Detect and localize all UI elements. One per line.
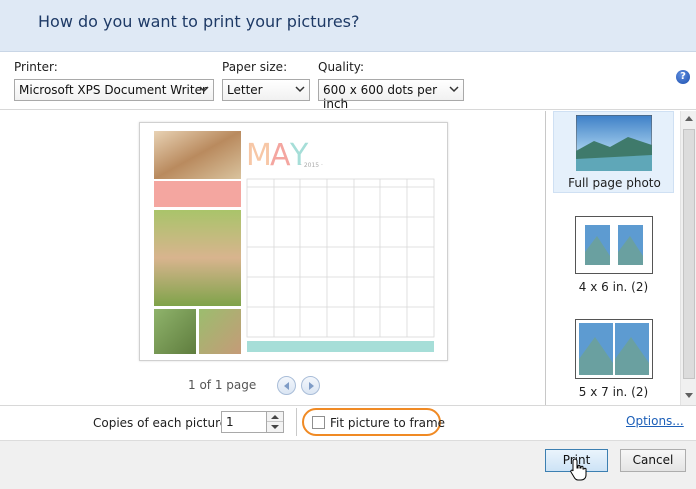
arrow-up-icon	[271, 415, 279, 419]
previous-page-button[interactable]	[277, 376, 296, 395]
scroll-down-icon[interactable]	[685, 391, 693, 399]
svg-text:· 2015 ·: · 2015 ·	[300, 162, 323, 169]
layout-label: 4 x 6 in. (2)	[578, 280, 649, 294]
chevron-down-icon	[449, 86, 459, 93]
increment-button[interactable]	[267, 412, 283, 422]
cancel-button[interactable]: Cancel	[620, 449, 686, 472]
chevron-down-icon	[295, 86, 305, 93]
copies-stepper[interactable]	[267, 411, 284, 433]
page-count-label: 1 of 1 page	[188, 378, 257, 392]
quality-select[interactable]: 600 x 600 dots per inch	[318, 79, 464, 111]
two-photo-layout-icon	[575, 216, 653, 274]
two-photo-layout-icon	[575, 319, 653, 379]
fit-picture-checkbox[interactable]	[312, 416, 325, 429]
arrow-down-icon	[271, 425, 279, 429]
printer-select[interactable]: Microsoft XPS Document Writer	[14, 79, 214, 101]
copies-label: Copies of each picture:	[93, 416, 232, 430]
quality-label: Quality:	[318, 60, 365, 74]
next-page-button[interactable]	[301, 376, 320, 395]
calendar-month: M	[246, 138, 272, 173]
chevron-down-icon	[199, 86, 209, 93]
layout-item-full-page[interactable]: Full page photo	[553, 111, 674, 193]
layout-label: 5 x 7 in. (2)	[578, 385, 649, 399]
help-icon[interactable]: ?	[676, 70, 690, 84]
arrow-right-icon	[309, 382, 314, 390]
decrement-button[interactable]	[267, 422, 283, 432]
dialog-header: How do you want to print your pictures?	[0, 0, 696, 52]
layout-list: Full page photo 4 x 6 in. (2) 5 x 7 in. …	[545, 111, 696, 405]
hand-cursor-icon	[570, 458, 587, 481]
printer-select-value: Microsoft XPS Document Writer	[19, 83, 207, 97]
arrow-left-icon	[284, 382, 289, 390]
layout-item-4x6[interactable]: 4 x 6 in. (2)	[553, 216, 674, 306]
printer-label: Printer:	[14, 60, 58, 74]
landscape-photo-icon	[576, 115, 652, 171]
divider	[296, 408, 297, 436]
paper-size-select-value: Letter	[227, 83, 263, 97]
layout-label: Full page photo	[568, 176, 661, 190]
scroll-thumb[interactable]	[683, 129, 695, 379]
paper-size-label: Paper size:	[222, 60, 288, 74]
layout-item-5x7[interactable]: 5 x 7 in. (2)	[553, 319, 674, 409]
calendar-preview-image: M A Y · 2015 ·	[154, 131, 435, 354]
paper-size-select[interactable]: Letter	[222, 79, 310, 101]
scroll-up-icon[interactable]	[685, 115, 693, 123]
layout-scrollbar[interactable]	[680, 111, 696, 405]
page-preview: M A Y · 2015 ·	[139, 122, 448, 361]
copies-input[interactable]: 1	[221, 411, 267, 433]
fit-picture-label[interactable]: Fit picture to frame	[330, 416, 445, 430]
dialog-title: How do you want to print your pictures?	[38, 12, 360, 31]
svg-text:A: A	[270, 138, 291, 173]
options-link[interactable]: Options...	[626, 414, 684, 428]
